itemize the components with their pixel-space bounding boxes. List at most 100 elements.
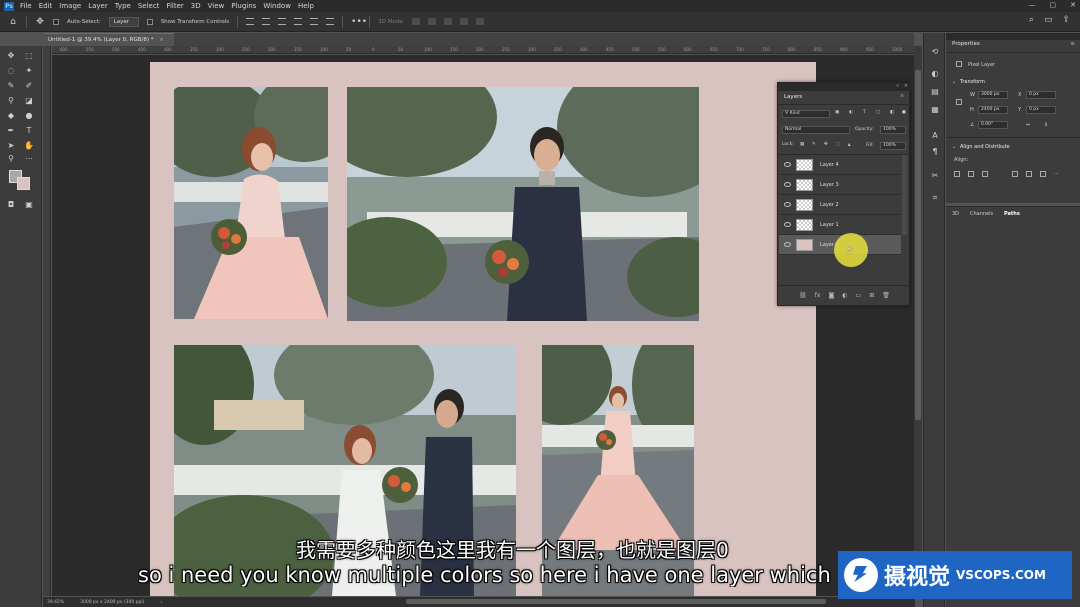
close-icon[interactable]: ×: [904, 83, 908, 89]
lock-artboard-icon[interactable]: ⬚: [836, 142, 840, 147]
home-icon[interactable]: ⌂: [8, 17, 18, 27]
align-top-edges-icon[interactable]: [1012, 171, 1018, 177]
blend-mode-dropdown[interactable]: Normal: [782, 126, 850, 134]
tab-3d[interactable]: 3D: [952, 211, 959, 217]
artboard[interactable]: [150, 62, 816, 596]
align-left-icon[interactable]: [294, 18, 303, 25]
align-top-icon[interactable]: [246, 18, 255, 25]
link-icon[interactable]: [956, 99, 962, 105]
add-mask-icon[interactable]: ◙: [828, 292, 834, 299]
glyphs-icon[interactable]: ⌗: [930, 193, 940, 203]
history-icon[interactable]: ⟲: [930, 47, 940, 57]
tab-channels[interactable]: Channels: [970, 211, 993, 217]
opacity-field[interactable]: 100%: [880, 126, 906, 134]
auto-select-checkbox[interactable]: [53, 18, 59, 25]
align-horizontal-centers-icon[interactable]: [968, 171, 974, 177]
hand-tool-icon[interactable]: ✋: [24, 141, 34, 151]
lasso-tool-icon[interactable]: ◌: [6, 66, 16, 76]
align-hcenter-icon[interactable]: [310, 18, 319, 25]
layer-row-4[interactable]: Layer 4: [779, 155, 901, 175]
fill-field[interactable]: 100%: [880, 142, 906, 150]
visibility-eye-icon[interactable]: [784, 162, 791, 167]
artboard-tool-icon[interactable]: ⬚: [24, 51, 34, 61]
menu-help[interactable]: Help: [298, 2, 314, 10]
collapse-icon[interactable]: «: [896, 83, 899, 89]
vertical-scrollbar[interactable]: [915, 70, 921, 420]
tab-layers[interactable]: Layers: [781, 92, 806, 103]
align-bottom-icon[interactable]: [278, 18, 287, 25]
layer-row-1[interactable]: Layer 1: [779, 215, 901, 235]
align-left-edges-icon[interactable]: [954, 171, 960, 177]
link-layers-icon[interactable]: ⛓: [799, 292, 807, 299]
auto-select-dropdown[interactable]: Layer: [108, 16, 139, 27]
filter-smart-object-icon[interactable]: ◧: [890, 110, 894, 115]
y-field[interactable]: 0 px: [1026, 106, 1056, 114]
lock-position-icon[interactable]: ✥: [824, 142, 828, 147]
menu-window[interactable]: Window: [263, 2, 291, 10]
filter-kind-dropdown[interactable]: ⚲ Kind: [782, 110, 830, 118]
move-tool-icon[interactable]: ✥: [6, 51, 16, 61]
filter-toggle-icon[interactable]: ●: [902, 110, 906, 115]
zoom-level[interactable]: 39.42%: [47, 600, 64, 605]
share-icon[interactable]: ⇪: [1062, 15, 1070, 25]
height-field[interactable]: 2400 px: [978, 106, 1008, 114]
maximize-icon[interactable]: ▢: [1050, 1, 1057, 9]
minimize-icon[interactable]: —: [1029, 1, 1036, 9]
layers-scrollbar[interactable]: [902, 155, 907, 235]
menu-edit[interactable]: Edit: [39, 2, 53, 10]
align-vertical-centers-icon[interactable]: [1026, 171, 1032, 177]
patterns-icon[interactable]: ▦: [930, 105, 940, 115]
search-icon[interactable]: ⌕: [1029, 15, 1034, 25]
width-field[interactable]: 3000 px: [978, 91, 1008, 99]
lock-all-icon[interactable]: 🔒︎: [848, 142, 850, 148]
align-vcenter-icon[interactable]: [262, 18, 271, 25]
menu-view[interactable]: View: [208, 2, 225, 10]
flip-vertical-icon[interactable]: ⇕: [1044, 122, 1048, 128]
brush-tool-icon[interactable]: ✐: [24, 81, 34, 91]
menu-filter[interactable]: Filter: [166, 2, 183, 10]
align-bottom-edges-icon[interactable]: [1040, 171, 1046, 177]
tab-paths[interactable]: Paths: [1004, 211, 1020, 217]
more-tools-icon[interactable]: ⋯: [24, 154, 34, 164]
menu-image[interactable]: Image: [59, 2, 81, 10]
move-tool-icon[interactable]: ✥: [35, 17, 45, 27]
panel-menu-icon[interactable]: ≡: [900, 94, 904, 99]
photo-bride[interactable]: [174, 87, 328, 319]
new-layer-icon[interactable]: ⊞: [869, 292, 874, 299]
background-color-swatch[interactable]: [17, 177, 30, 190]
paragraph-icon[interactable]: ¶: [930, 147, 940, 157]
align-right-edges-icon[interactable]: [982, 171, 988, 177]
magic-wand-tool-icon[interactable]: ✦: [24, 66, 34, 76]
visibility-eye-icon[interactable]: [784, 202, 791, 207]
workspace-icon[interactable]: ▭: [1044, 15, 1053, 25]
clone-stamp-tool-icon[interactable]: ⚲: [6, 96, 16, 106]
tools-icon[interactable]: ✂: [930, 171, 940, 181]
chevron-down-icon[interactable]: ⌄: [952, 79, 956, 85]
menu-type[interactable]: Type: [115, 2, 131, 10]
adjustments-icon[interactable]: ◐: [930, 69, 940, 79]
visibility-eye-icon[interactable]: [784, 242, 791, 247]
close-tab-icon[interactable]: ×: [159, 37, 164, 43]
screen-mode-icon[interactable]: ▣: [24, 200, 34, 210]
more-options-icon[interactable]: ⋯: [1054, 171, 1059, 177]
visibility-eye-icon[interactable]: [784, 182, 791, 187]
menu-file[interactable]: File: [20, 2, 32, 10]
filter-pixel-icon[interactable]: ▣: [835, 110, 839, 115]
panel-header[interactable]: « ×: [778, 83, 911, 91]
panel-menu-icon[interactable]: ≡: [1070, 41, 1075, 47]
blur-tool-icon[interactable]: ◆: [6, 111, 16, 121]
eraser-tool-icon[interactable]: ◪: [24, 96, 34, 106]
zoom-tool-icon[interactable]: ⚲: [6, 154, 16, 164]
menu-layer[interactable]: Layer: [88, 2, 108, 10]
tab-properties[interactable]: Properties: [952, 41, 980, 47]
x-field[interactable]: 0 px: [1026, 91, 1056, 99]
photo-groom[interactable]: [347, 87, 699, 321]
dodge-tool-icon[interactable]: ●: [24, 111, 34, 121]
filter-type-icon[interactable]: T: [863, 110, 866, 115]
visibility-eye-icon[interactable]: [784, 222, 791, 227]
adjustment-layer-icon[interactable]: ◐: [842, 292, 847, 299]
new-group-icon[interactable]: ▭: [856, 292, 862, 299]
chevron-down-icon[interactable]: ⌄: [952, 144, 956, 150]
chevron-right-icon[interactable]: ›: [160, 600, 162, 605]
document-tab[interactable]: Untitled-1 @ 39.4% (Layer 0, RGB/8) * ×: [44, 33, 174, 46]
